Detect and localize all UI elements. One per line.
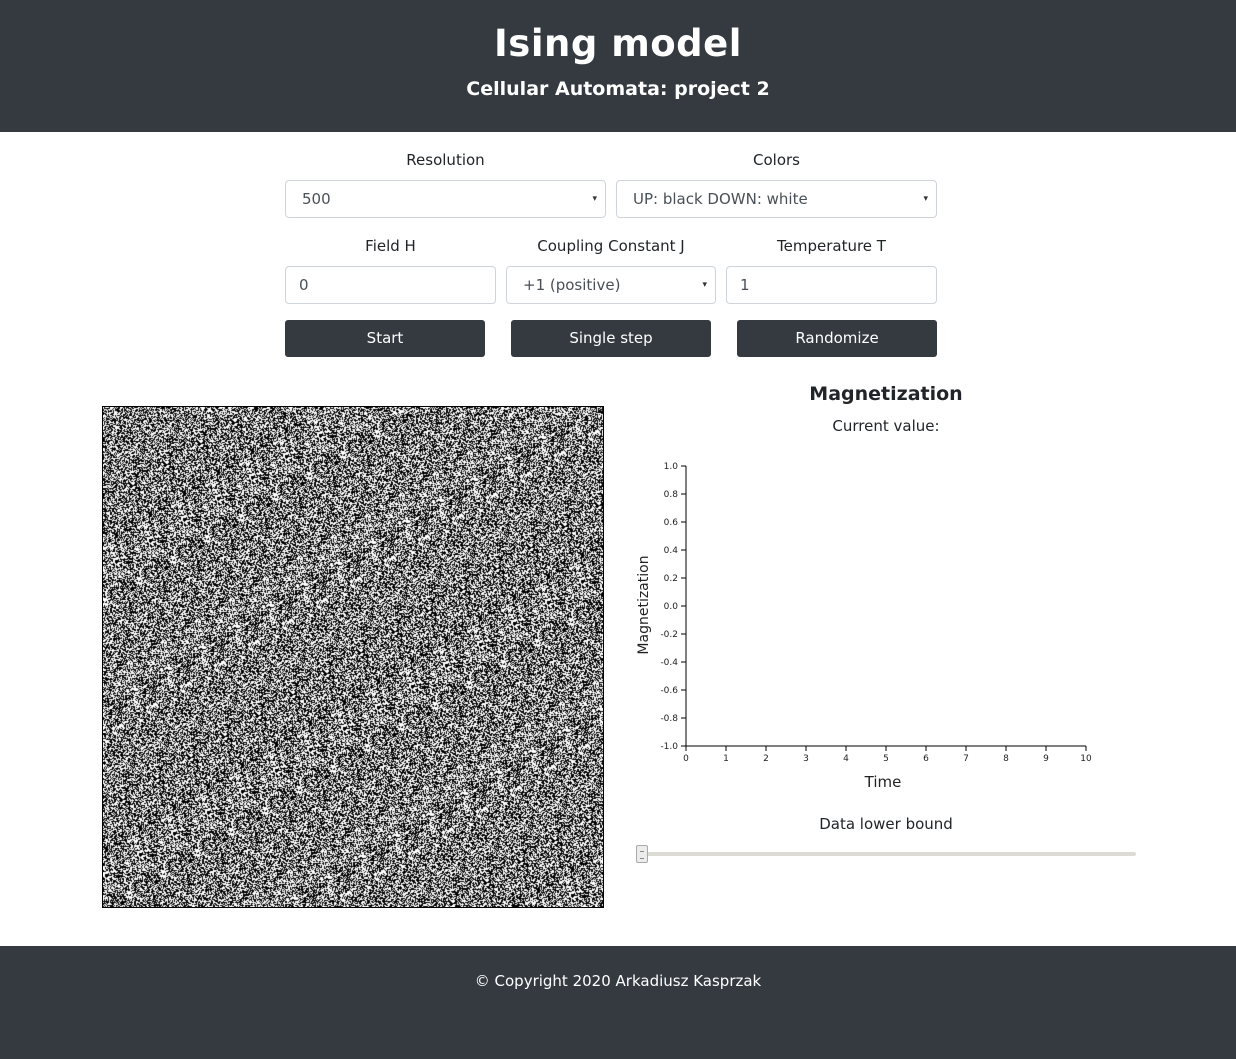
single-step-button[interactable]: Single step	[511, 320, 711, 357]
coupling-j-value: +1 (positive)	[523, 276, 621, 294]
y-tick-label: 1.0	[664, 462, 679, 472]
y-tick-label: -0.8	[660, 714, 678, 724]
y-tick-label: -0.6	[660, 686, 678, 696]
y-axis-label: Magnetization	[636, 555, 652, 654]
copyright-text: © Copyright 2020 Arkadiusz Kasprzak	[474, 972, 762, 990]
page-subtitle: Cellular Automata: project 2	[466, 78, 770, 100]
coupling-j-label: Coupling Constant J	[537, 237, 685, 255]
x-tick-label: 0	[683, 754, 689, 764]
colors-select[interactable]: UP: black DOWN: white ▾	[616, 180, 937, 218]
y-axis: 1.0 0.8 0.6 0.4 0.2 0.0 -0.2 -0.4 -0.6 -0.8 -1.0	[660, 462, 687, 752]
resolution-label: Resolution	[406, 151, 485, 169]
x-tick-label: 3	[803, 754, 809, 764]
randomize-button[interactable]: Randomize	[737, 320, 937, 357]
temperature-value: 1	[740, 276, 750, 294]
current-value-label: Current value:	[832, 417, 940, 435]
x-tick-label: 5	[883, 754, 889, 764]
chevron-down-icon: ▾	[592, 194, 597, 204]
x-axis: 0 1 2 3 4 5 6 7 8 9 10	[683, 745, 1092, 764]
x-tick-label: 7	[963, 754, 969, 764]
y-tick-label: 0.2	[664, 574, 678, 584]
data-lower-bound-slider-track[interactable]	[636, 852, 1136, 856]
coupling-j-select[interactable]: +1 (positive) ▾	[506, 266, 716, 304]
page-header: Ising model Cellular Automata: project 2	[0, 0, 1236, 132]
start-button[interactable]: Start	[285, 320, 485, 357]
chevron-down-icon: ▾	[702, 280, 707, 290]
magnetization-title: Magnetization	[809, 383, 963, 405]
y-tick-label: 0.4	[664, 546, 679, 556]
temperature-input[interactable]: 1	[726, 266, 937, 304]
magnetization-chart: 1.0 0.8 0.6 0.4 0.2 0.0 -0.2 -0.4 -0.6 -0.8 -1.0 0…	[636, 462, 1092, 791]
x-tick-label: 8	[1003, 754, 1009, 764]
x-tick-label: 2	[763, 754, 769, 764]
y-tick-label: 0.6	[664, 518, 679, 528]
y-tick-label: -0.4	[660, 658, 678, 668]
x-tick-label: 1	[723, 754, 729, 764]
x-axis-label: Time	[864, 773, 902, 791]
chevron-down-icon: ▾	[923, 194, 928, 204]
page-title: Ising model	[494, 22, 742, 65]
field-h-value: 0	[299, 276, 309, 294]
data-lower-bound-label: Data lower bound	[819, 815, 953, 833]
y-tick-label: -1.0	[660, 742, 678, 752]
data-lower-bound-slider-handle[interactable]	[636, 845, 648, 863]
y-tick-label: 0.8	[664, 490, 679, 500]
field-h-label: Field H	[365, 237, 416, 255]
y-tick-label: 0.0	[664, 602, 679, 612]
spin-lattice-canvas[interactable]	[102, 406, 604, 908]
x-tick-label: 4	[843, 754, 849, 764]
x-tick-label: 10	[1080, 754, 1092, 764]
colors-value: UP: black DOWN: white	[633, 190, 808, 208]
page-footer: © Copyright 2020 Arkadiusz Kasprzak	[0, 946, 1236, 1059]
y-tick-label: -0.2	[660, 630, 678, 640]
field-h-input[interactable]: 0	[285, 266, 496, 304]
resolution-value: 500	[302, 190, 331, 208]
resolution-select[interactable]: 500 ▾	[285, 180, 606, 218]
x-tick-label: 6	[923, 754, 929, 764]
temperature-label: Temperature T	[777, 237, 886, 255]
colors-label: Colors	[753, 151, 800, 169]
x-tick-label: 9	[1043, 754, 1049, 764]
